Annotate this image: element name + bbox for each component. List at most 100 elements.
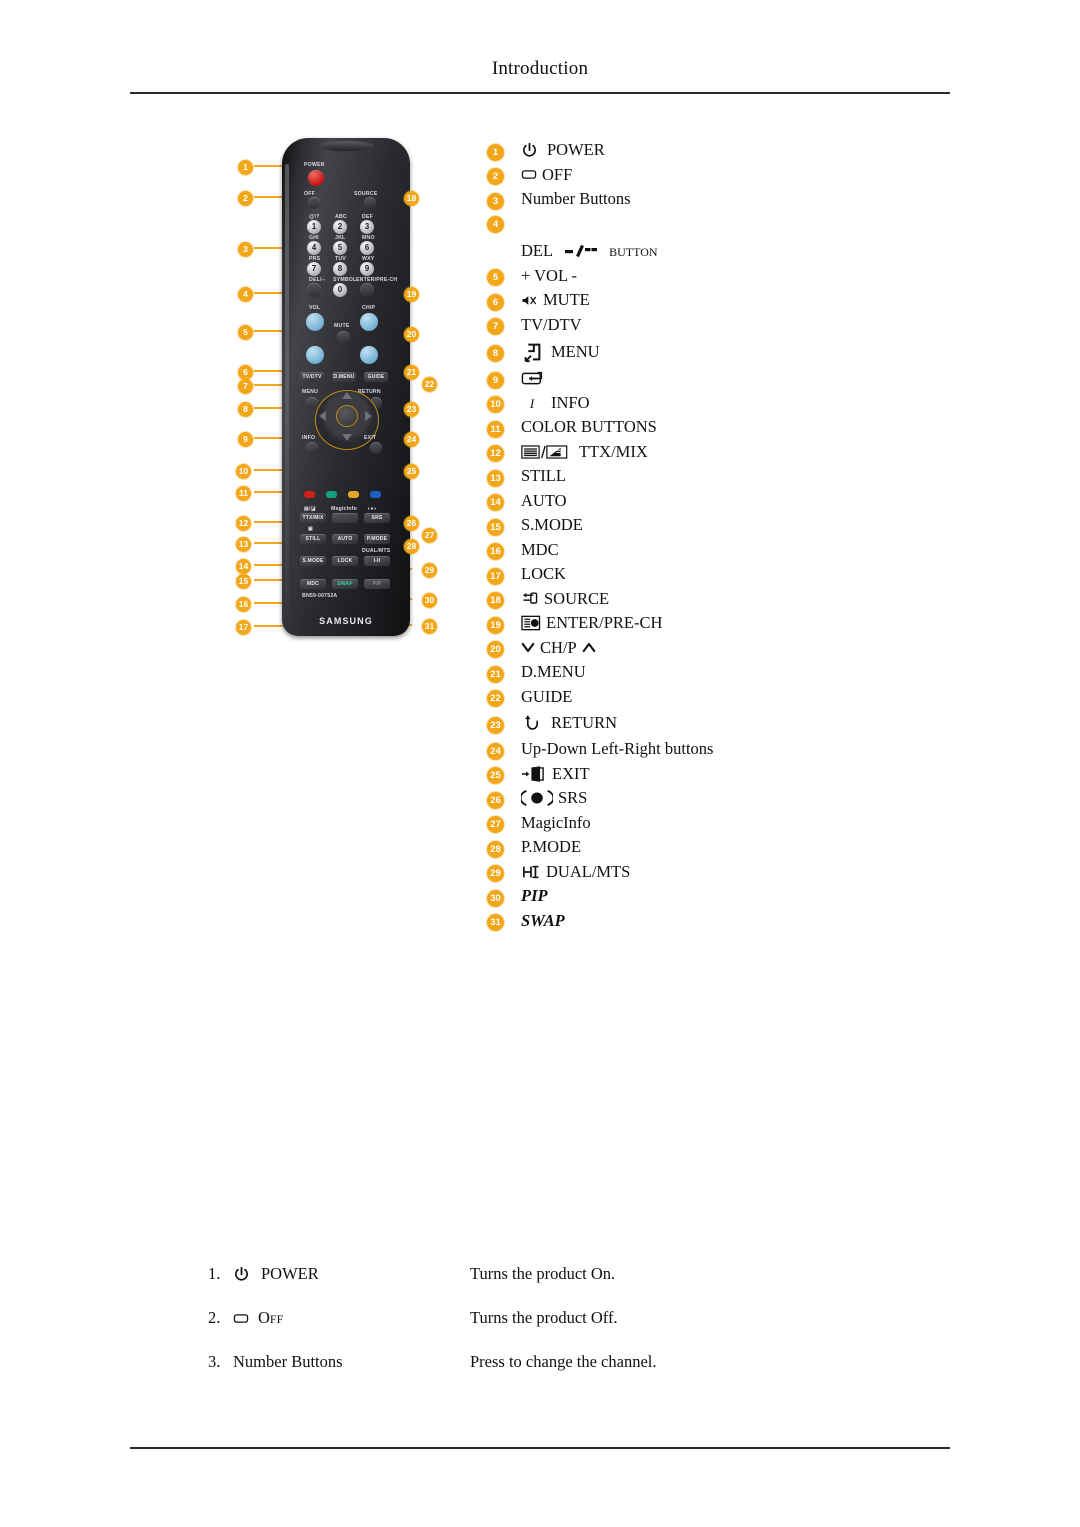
remote-exit-button[interactable] xyxy=(370,442,382,454)
remote-info-button[interactable] xyxy=(306,442,318,454)
dpad-left-icon[interactable] xyxy=(319,411,326,421)
legend-item-15: 15 S.MODE xyxy=(487,513,957,538)
remote-off-button[interactable] xyxy=(308,197,320,209)
legend-label: + VOL - xyxy=(521,265,578,285)
remote-magicinfo-button[interactable] xyxy=(332,513,358,523)
remote-enter-prech-button[interactable] xyxy=(360,283,374,297)
figure-callout-11: 11 xyxy=(236,483,251,501)
enter-box-icon xyxy=(521,370,549,387)
legend-item-27: 27 MagicInfo xyxy=(487,811,957,836)
legend-badge: 18 xyxy=(487,592,504,610)
legend-label: TTX/MIX xyxy=(579,441,648,461)
remote-mdc-button[interactable]: MDC xyxy=(300,579,326,589)
table-row: 3. Number Buttons Press to change the ch… xyxy=(208,1340,968,1384)
legend-item-22: 22 GUIDE xyxy=(487,685,957,710)
keypad-key-9[interactable]: 9 xyxy=(360,262,374,276)
figure-callout-1: 1 xyxy=(238,157,253,175)
row-value: Press to change the channel. xyxy=(470,1352,657,1371)
keypad-key-5[interactable]: 5 xyxy=(333,241,347,255)
remote-pmode-button[interactable]: P.MODE xyxy=(364,534,390,544)
remote-lock-button[interactable]: LOCK xyxy=(332,556,358,566)
keypad-key-6[interactable]: 6 xyxy=(360,241,374,255)
legend-label: P.MODE xyxy=(521,837,582,857)
remote-still-button[interactable]: STILL xyxy=(300,534,326,544)
legend-item-4: 4 DEL button xyxy=(487,212,957,264)
remote-power-button[interactable] xyxy=(308,170,324,186)
legend-item-31: 31 SWAP xyxy=(487,909,957,934)
legend-badge: 25 xyxy=(487,767,504,785)
dpad-right-icon[interactable] xyxy=(365,411,372,421)
remote-auto-button[interactable]: AUTO xyxy=(332,534,358,544)
standby-icon xyxy=(521,168,537,181)
ttx-mix-icon xyxy=(521,443,571,461)
remote-tvdtv-button[interactable]: TV/DTV xyxy=(300,372,324,382)
remote-label-source: SOURCE xyxy=(354,191,378,197)
remote-ch-up-button[interactable] xyxy=(360,313,378,331)
del-dash-icon xyxy=(564,242,598,260)
power-icon xyxy=(521,142,538,159)
remote-smode-button[interactable]: S.MODE xyxy=(300,556,326,566)
remote-pip-button[interactable]: PIP xyxy=(364,579,390,589)
keypad-key-7[interactable]: 7 xyxy=(307,262,321,276)
row-value: Turns the product On. xyxy=(470,1264,616,1283)
legend-badge: 12 xyxy=(487,445,504,463)
dpad-up-icon[interactable] xyxy=(342,392,352,399)
keypad-key-8[interactable]: 8 xyxy=(333,262,347,276)
legend-item-25: 25 EXIT xyxy=(487,762,957,787)
figure-callout-15: 15 xyxy=(236,571,251,589)
keypad-sub-9: WXY xyxy=(362,256,375,262)
remote-color-button-red[interactable] xyxy=(304,491,315,498)
remote-mute-button[interactable] xyxy=(337,331,350,344)
figure-callout-29: 29 xyxy=(422,560,437,578)
figure-callout-31: 31 xyxy=(422,616,437,634)
legend-badge: 9 xyxy=(487,371,504,389)
figure-callout-3: 3 xyxy=(238,239,253,257)
remote-guide-button[interactable]: GUIDE xyxy=(364,372,388,382)
remote-label-power: POWER xyxy=(304,162,325,168)
remote-dualmts-button[interactable]: I-II xyxy=(364,556,390,566)
remote-color-button-green[interactable] xyxy=(326,491,337,498)
remote-vol-up-button[interactable] xyxy=(306,313,324,331)
remote-swap-button[interactable]: SWAP xyxy=(332,579,358,589)
figure-callout-21: 21 xyxy=(404,362,419,380)
keypad-key-3[interactable]: 3 xyxy=(360,220,374,234)
keypad-key-2[interactable]: 2 xyxy=(333,220,347,234)
remote-label-chp: CH/P xyxy=(362,305,376,311)
remote-vol-down-button[interactable] xyxy=(306,346,324,364)
keypad-key-4[interactable]: 4 xyxy=(307,241,321,255)
legend-item-23: 23 RETURN xyxy=(487,709,957,737)
keypad-sub-6: MNO xyxy=(362,235,375,241)
remote-source-button[interactable] xyxy=(364,197,376,209)
return-arrow-icon xyxy=(521,714,543,732)
remote-ch-down-button[interactable] xyxy=(360,346,378,364)
remote-dmenu-button[interactable]: D.MENU xyxy=(332,372,356,382)
remote-body: POWER OFF SOURCE @!? ABC DEF 1 2 3 GHI J… xyxy=(282,138,410,636)
dual-mts-icon xyxy=(521,864,541,880)
keypad-key-0[interactable]: 0 xyxy=(333,283,347,297)
legend-badge: 19 xyxy=(487,616,504,634)
dpad-down-icon[interactable] xyxy=(342,434,352,441)
keypad-key-1[interactable]: 1 xyxy=(307,220,321,234)
figure-callout-8: 8 xyxy=(238,399,253,417)
legend-item-2: 2 OFF xyxy=(487,163,957,188)
legend-label: SWAP xyxy=(521,910,565,930)
remote-model-code: BN59-00752A xyxy=(302,593,338,599)
remote-label-exit: EXIT xyxy=(364,435,377,441)
figure-callout-7: 7 xyxy=(238,376,253,394)
figure-callout-23: 23 xyxy=(404,399,419,417)
legend-badge: 20 xyxy=(487,641,504,659)
remote-srs-button[interactable]: SRS xyxy=(364,513,390,523)
dpad-center-enter-button[interactable] xyxy=(336,405,358,427)
legend-label: S.MODE xyxy=(521,515,583,535)
remote-color-button-blue[interactable] xyxy=(370,491,381,498)
remote-color-button-yellow[interactable] xyxy=(348,491,359,498)
legend-label: INFO xyxy=(551,392,590,412)
remote-label-magicinfo: MagicInfo xyxy=(331,506,358,512)
legend-item-14: 14 AUTO xyxy=(487,489,957,514)
legend-badge: 7 xyxy=(487,318,504,336)
legend-badge: 5 xyxy=(487,269,504,287)
remote-del-button[interactable] xyxy=(307,283,321,297)
remote-ttxmix-button[interactable]: TTX/MIX xyxy=(300,513,326,523)
table-row: 1. POWER Turns the product On. xyxy=(208,1252,968,1296)
legend-label: DEL xyxy=(521,241,554,260)
